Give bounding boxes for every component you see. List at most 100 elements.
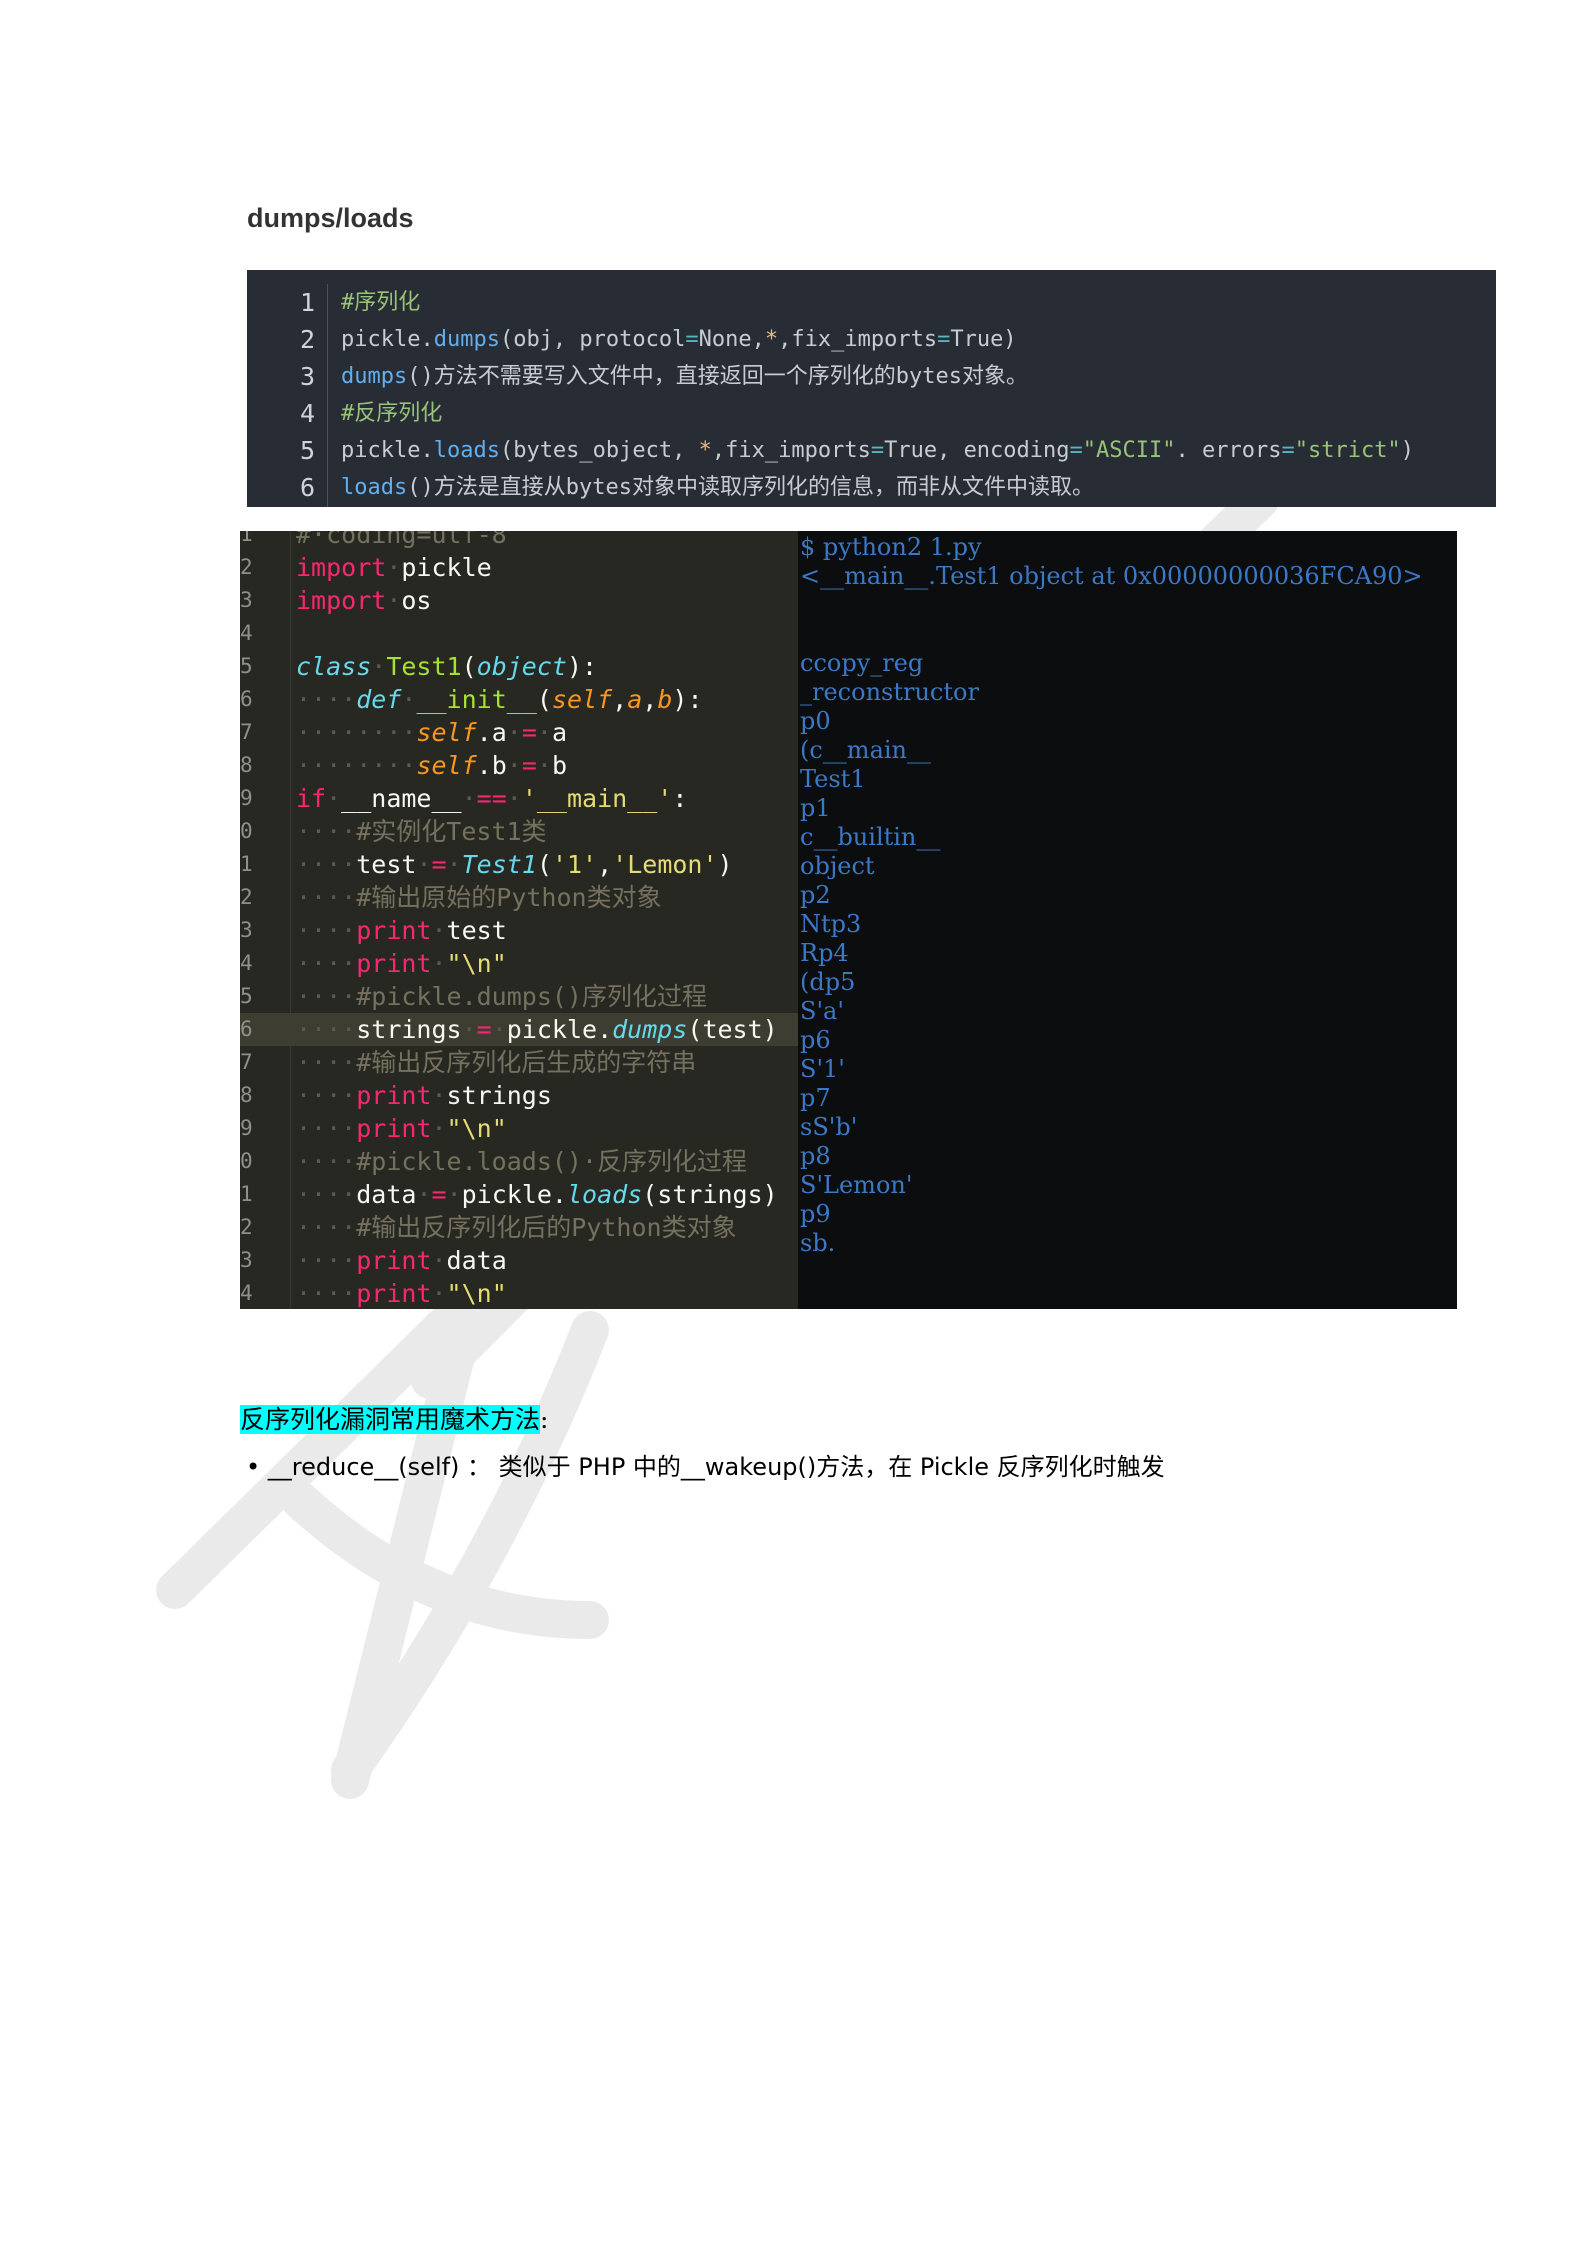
code-line: 6 loads()方法是直接从bytes对象中读取序列化的信息，而非从文件中读取。 xyxy=(247,469,1496,506)
terminal-line: Test1 xyxy=(800,765,866,793)
code-token: ) xyxy=(1400,438,1414,463)
line-number: 4 xyxy=(299,399,315,428)
line-number: 2 xyxy=(299,325,315,354)
editor-token: ···· xyxy=(296,1147,357,1176)
code-token: True) xyxy=(950,327,1017,352)
editor-line: 5 class·Test1(object): xyxy=(240,650,798,683)
editor-token: = xyxy=(431,1180,447,1209)
code-text: #序列化 xyxy=(341,284,420,321)
editor-token: class xyxy=(296,652,372,681)
editor-code-text: ····#pickle.dumps()序列化过程 xyxy=(296,980,707,1013)
editor-token: #pickle.loads()·反序列化过程 xyxy=(356,1147,748,1176)
editor-token: (strings) xyxy=(642,1180,778,1209)
code-token: ,fix_imports xyxy=(711,438,871,463)
editor-code-text: ····print·strings xyxy=(296,1079,552,1112)
code-line: 3 dumps()方法不需要写入文件中，直接返回一个序列化的bytes对象。 xyxy=(247,358,1496,395)
code-token: * xyxy=(764,327,779,352)
editor-line-number: 4 xyxy=(240,621,253,645)
code-token: dumps xyxy=(433,327,500,352)
editor-token: · xyxy=(431,916,447,945)
editor-code-text: ····#实例化Test1类 xyxy=(296,815,547,848)
editor-code-text: ····print·data xyxy=(296,1244,507,1277)
editor-line: 1 ····data·=·pickle.loads(strings) xyxy=(240,1178,798,1211)
editor-token: ···· xyxy=(296,1180,357,1209)
editor-token: pickle. xyxy=(461,1180,567,1209)
editor-code-text: class·Test1(object): xyxy=(296,650,597,683)
editor-line-number: 3 xyxy=(240,1248,253,1272)
editor-line: 0 ····#pickle.loads()·反序列化过程 xyxy=(240,1145,798,1178)
editor-token: · xyxy=(506,751,522,780)
editor-line-number: 9 xyxy=(240,1116,253,1140)
terminal-line: p0 xyxy=(800,707,831,735)
editor-token: Test1 xyxy=(386,652,462,681)
editor-code-text: ····data·=·pickle.loads(strings) xyxy=(296,1178,778,1211)
editor-token: ···· xyxy=(296,1081,357,1110)
editor-token: if xyxy=(296,784,327,813)
code-token: dumps xyxy=(341,364,408,389)
editor-token: os xyxy=(401,586,432,615)
editor-token: strings xyxy=(446,1081,552,1110)
code-token: ,fix_imports xyxy=(778,327,938,352)
editor-token: = xyxy=(476,1015,492,1044)
line-number: 3 xyxy=(299,362,315,391)
editor-token: a xyxy=(551,718,567,747)
code-token: pickle. xyxy=(341,327,434,352)
code-line: 4 #反序列化 xyxy=(247,395,1496,432)
editor-token: import xyxy=(296,553,387,582)
editor-token: , xyxy=(612,685,628,714)
editor-token: · xyxy=(446,850,462,879)
editor-token: print xyxy=(356,949,432,978)
code-token: = xyxy=(870,438,885,463)
editor-token: = xyxy=(431,850,447,879)
editor-code-text: ····test·=·Test1('1','Lemon') xyxy=(296,848,733,881)
editor-token: · xyxy=(506,784,522,813)
editor-token: · xyxy=(431,1246,447,1275)
editor-line: 5 ····#pickle.dumps()序列化过程 xyxy=(240,980,798,1013)
terminal-line: (c__main__ xyxy=(800,736,932,764)
editor-token: b xyxy=(551,751,567,780)
editor-line-number: 3 xyxy=(240,918,253,942)
code-editor-pane: 1 #·coding=utf-8 2 import·pickle 3 import·os 4… xyxy=(240,531,798,1309)
editor-token: ( xyxy=(536,685,552,714)
terminal-line: S'1' xyxy=(800,1055,845,1083)
editor-code-text: ····strings·=·pickle.dumps(test) xyxy=(296,1013,778,1046)
editor-token: ···· xyxy=(296,685,357,714)
editor-token: __name__ xyxy=(341,784,462,813)
editor-token: ···· xyxy=(296,1048,357,1077)
editor-token: ···· xyxy=(296,1015,357,1044)
editor-token: , xyxy=(597,850,613,879)
editor-line: 6 ····def·__init__(self,a,b): xyxy=(240,683,798,716)
bullet-item: • __reduce__(self) ： 类似于 PHP 中的__wakeup(… xyxy=(246,1447,1165,1482)
editor-line-number: 2 xyxy=(240,555,253,579)
line-number: 1 xyxy=(299,288,315,317)
editor-token: Test1 xyxy=(461,850,537,879)
section-heading: dumps/loads xyxy=(247,203,414,233)
editor-token: #输出反序列化后的Python类对象 xyxy=(356,1213,737,1242)
editor-line: 1 #·coding=utf-8 xyxy=(240,531,798,551)
code-token: (obj, protocol xyxy=(499,327,686,352)
terminal-line: $ python2 1.py xyxy=(800,533,982,561)
editor-token: #·coding=utf-8 xyxy=(296,531,507,549)
editor-token: · xyxy=(431,949,447,978)
editor-token: · xyxy=(506,718,522,747)
editor-token: 'Lemon' xyxy=(612,850,718,879)
editor-token: a xyxy=(627,685,643,714)
editor-token: ): xyxy=(566,652,598,681)
editor-token: object xyxy=(476,652,567,681)
editor-token: #输出反序列化后生成的字符串 xyxy=(356,1048,697,1077)
terminal-line: Ntp3 xyxy=(800,910,862,938)
editor-line-number: 0 xyxy=(240,1149,253,1173)
editor-token: · xyxy=(431,1081,447,1110)
editor-code-text: if·__name__·==·'__main__': xyxy=(296,782,687,815)
editor-line: 9 if·__name__·==·'__main__': xyxy=(240,782,798,815)
editor-token: '__main__' xyxy=(521,784,673,813)
code-token: = xyxy=(1281,438,1295,463)
editor-token: ···· xyxy=(296,916,357,945)
code-token: * xyxy=(698,438,712,463)
screenshot-figure: 1 #·coding=utf-8 2 import·pickle 3 import·os 4… xyxy=(240,531,1457,1309)
code-block: 1 #序列化 2 pickle.dumps(obj, protocol=None,*,… xyxy=(247,270,1496,507)
code-token: ()方法是直接从bytes对象中读取序列化的信息，而非从文件中读取。 xyxy=(407,475,1094,500)
editor-code-text: ····print·test xyxy=(296,914,507,947)
terminal-line: _reconstructor xyxy=(800,678,979,706)
code-token: "strict" xyxy=(1294,438,1401,463)
